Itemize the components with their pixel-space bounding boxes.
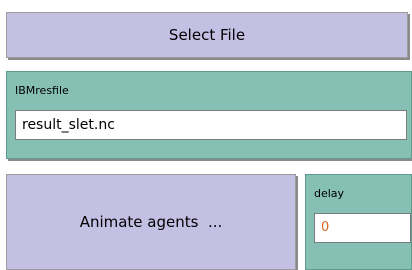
ibmresfile-input-panel: IBMresfile result_slet.nc [6,71,412,159]
select-file-button[interactable]: Select File [6,12,408,58]
delay-input[interactable]: 0 [314,213,411,243]
animate-agents-label: Animate agents ... [79,213,223,231]
animate-agents-button[interactable]: Animate agents ... [6,174,296,270]
delay-input-panel: delay 0 [305,174,412,270]
ibmresfile-label: IBMresfile [15,84,69,97]
select-file-label: Select File [168,26,246,44]
delay-label: delay [314,187,345,200]
ibmresfile-input[interactable]: result_slet.nc [15,110,407,140]
